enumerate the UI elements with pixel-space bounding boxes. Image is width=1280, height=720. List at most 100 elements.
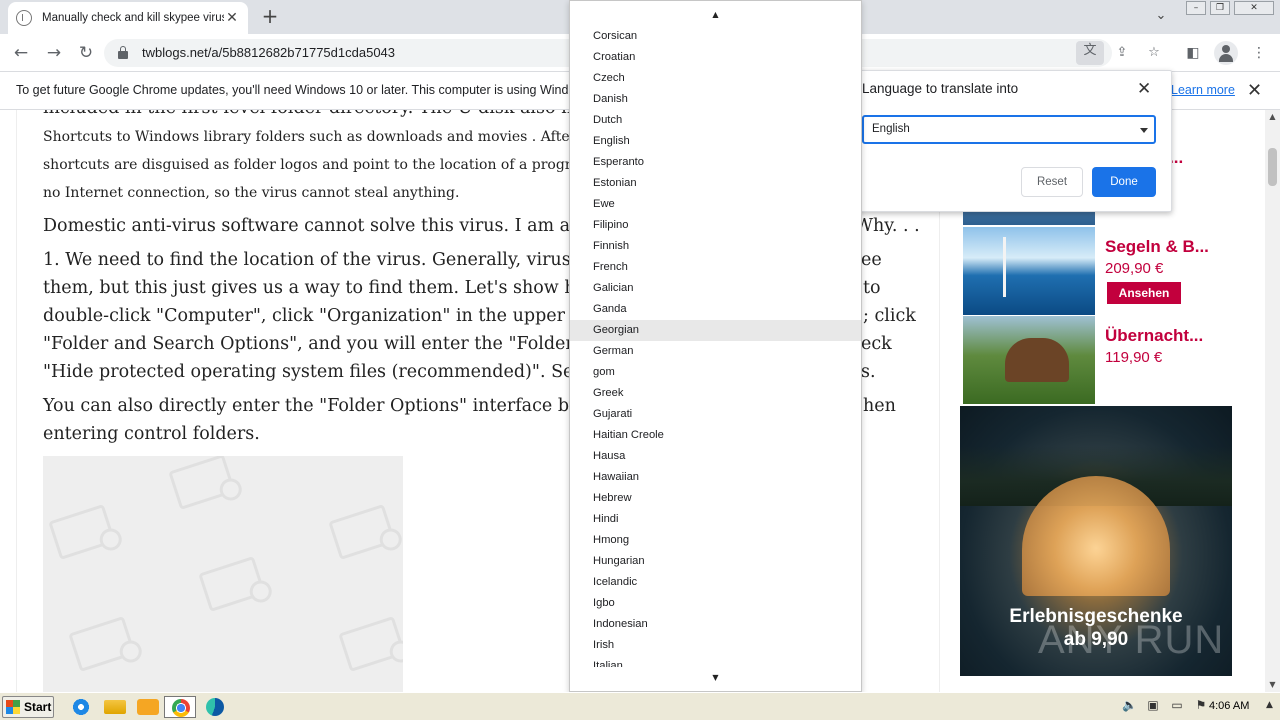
internet-explorer-icon[interactable] bbox=[70, 697, 92, 717]
article-line-fragment: to bbox=[863, 278, 881, 298]
scroll-thumb[interactable] bbox=[1268, 148, 1277, 186]
language-option[interactable]: Icelandic bbox=[570, 572, 861, 593]
language-option[interactable]: Ganda bbox=[570, 299, 861, 320]
language-option[interactable]: Hungarian bbox=[570, 551, 861, 572]
language-option[interactable]: Galician bbox=[570, 278, 861, 299]
language-option[interactable]: Indonesian bbox=[570, 614, 861, 635]
volume-icon[interactable]: 🔈 bbox=[1122, 697, 1137, 713]
lock-icon[interactable] bbox=[118, 46, 128, 59]
infobar-message: To get future Google Chrome updates, you… bbox=[16, 83, 569, 97]
language-option[interactable]: Danish bbox=[570, 89, 861, 110]
restore-button[interactable]: ❐ bbox=[1210, 1, 1230, 15]
ad-title[interactable]: Übernacht... bbox=[1105, 326, 1203, 346]
language-option[interactable]: Czech bbox=[570, 68, 861, 89]
article-line: "Folder and Search Options", and you wil… bbox=[43, 334, 628, 354]
language-option[interactable]: English bbox=[570, 131, 861, 152]
language-option[interactable]: Hebrew bbox=[570, 488, 861, 509]
language-option[interactable]: Irish bbox=[570, 635, 861, 656]
clock[interactable]: 4:06 AM bbox=[1209, 700, 1249, 712]
language-options: Corsican Croatian Czech Danish Dutch English E… bbox=[570, 26, 861, 667]
scroll-up-arrow-icon[interactable]: ▲ bbox=[1268, 112, 1277, 121]
article-line: You can also directly enter the "Folder … bbox=[43, 396, 624, 416]
language-option[interactable]: Finnish bbox=[570, 236, 861, 257]
back-arrow-icon[interactable]: ← bbox=[10, 42, 32, 64]
language-option[interactable]: Greek bbox=[570, 383, 861, 404]
popup-close-icon[interactable]: ✕ bbox=[1137, 79, 1151, 99]
dropdown-scroll-up-icon[interactable]: ▲ bbox=[570, 9, 861, 21]
language-option[interactable]: Hawaiian bbox=[570, 467, 861, 488]
page-scrollbar[interactable]: ▲ ▼ bbox=[1265, 110, 1280, 692]
language-option[interactable]: Estonian bbox=[570, 173, 861, 194]
edge-icon[interactable] bbox=[206, 698, 224, 716]
language-option[interactable]: Igbo bbox=[570, 593, 861, 614]
dropdown-scroll-down-icon[interactable]: ▼ bbox=[570, 672, 861, 684]
language-option[interactable]: Filipino bbox=[570, 215, 861, 236]
language-option[interactable]: Esperanto bbox=[570, 152, 861, 173]
forward-arrow-icon[interactable]: → bbox=[43, 42, 65, 64]
banner-headline: Erlebnisgeschenke bbox=[1009, 606, 1183, 627]
language-option[interactable]: Gujarati bbox=[570, 404, 861, 425]
language-dropdown-list[interactable]: ▲ Corsican Croatian Czech Danish Dutch Englis… bbox=[569, 0, 862, 692]
ad-view-button[interactable]: Ansehen bbox=[1107, 282, 1181, 304]
language-option[interactable]: Dutch bbox=[570, 110, 861, 131]
tab-close-icon[interactable]: ✕ bbox=[224, 10, 240, 26]
language-option[interactable]: Haitian Creole bbox=[570, 425, 861, 446]
language-option[interactable]: German bbox=[570, 341, 861, 362]
monitor-icon[interactable]: ▭ bbox=[1170, 697, 1184, 713]
target-language-select[interactable]: English bbox=[862, 115, 1156, 144]
file-explorer-icon[interactable] bbox=[104, 700, 126, 714]
window-close-button[interactable]: ✕ bbox=[1234, 1, 1274, 15]
article-line: no Internet connection, so the virus can… bbox=[43, 185, 460, 201]
language-option[interactable]: Italian bbox=[570, 656, 861, 667]
language-option[interactable]: gom bbox=[570, 362, 861, 383]
ad-title[interactable]: Segeln & B... bbox=[1105, 237, 1209, 257]
image-placeholder-icon bbox=[338, 616, 403, 672]
language-option[interactable]: Croatian bbox=[570, 47, 861, 68]
menu-kebab-icon[interactable]: ⋮ bbox=[1248, 42, 1270, 64]
ad-image[interactable] bbox=[963, 316, 1095, 404]
system-tray: 🔈 ▣ ▭ ⚑ bbox=[1122, 697, 1208, 713]
language-option[interactable]: Hausa bbox=[570, 446, 861, 467]
banner-ad[interactable]: ANY RUN Erlebnisgeschenke ab 9,90 bbox=[960, 406, 1232, 676]
new-tab-button[interactable]: + bbox=[260, 6, 280, 26]
language-option[interactable]: Ewe bbox=[570, 194, 861, 215]
image-placeholder-icon bbox=[168, 456, 236, 510]
share-icon[interactable]: ⇪ bbox=[1112, 43, 1132, 63]
media-player-icon[interactable] bbox=[137, 699, 159, 715]
chevron-down-icon bbox=[1140, 128, 1148, 133]
learn-more-link[interactable]: Learn more bbox=[1171, 83, 1235, 97]
article-line: included in the first-level folder direc… bbox=[43, 110, 628, 118]
ad-item[interactable]: Segeln & B... 209,90 € Ansehen bbox=[963, 227, 1233, 315]
url-text[interactable]: twblogs.net/a/5b8812682b71775d1cda5043 bbox=[142, 45, 395, 60]
language-option[interactable]: Corsican bbox=[570, 26, 861, 47]
infobar-close-icon[interactable]: ✕ bbox=[1247, 80, 1262, 101]
language-option[interactable]: Hmong bbox=[570, 530, 861, 551]
done-button[interactable]: Done bbox=[1092, 167, 1156, 197]
reload-icon[interactable]: ↻ bbox=[75, 42, 97, 64]
image-placeholder-icon bbox=[48, 504, 116, 560]
tab-search-chevron-icon[interactable]: ⌄ bbox=[1152, 8, 1170, 26]
minimize-button[interactable]: – bbox=[1186, 1, 1206, 15]
chrome-icon bbox=[172, 699, 190, 717]
start-button[interactable]: Start bbox=[2, 696, 54, 718]
profile-avatar-icon[interactable] bbox=[1214, 41, 1238, 65]
language-option[interactable]: Hindi bbox=[570, 509, 861, 530]
bookmark-star-icon[interactable]: ☆ bbox=[1144, 43, 1164, 63]
browser-tab[interactable]: Manually check and kill skypee virus ✕ bbox=[8, 2, 248, 34]
ad-item[interactable]: Übernacht... 119,90 € bbox=[963, 316, 1233, 404]
chrome-taskbar-button[interactable] bbox=[164, 696, 196, 718]
flag-icon[interactable]: ⚑ bbox=[1194, 697, 1208, 713]
windows-logo-icon bbox=[6, 700, 20, 714]
language-option[interactable]: French bbox=[570, 257, 861, 278]
article-line: "Hide protected operating system files (… bbox=[43, 362, 624, 382]
ad-image[interactable] bbox=[963, 227, 1095, 315]
tray-expand-icon[interactable]: ▲ bbox=[1266, 700, 1273, 710]
translate-icon[interactable]: 文 bbox=[1076, 41, 1104, 65]
language-option[interactable]: Georgian bbox=[570, 320, 861, 341]
side-panel-icon[interactable]: ◧ bbox=[1182, 42, 1204, 64]
network-icon[interactable]: ▣ bbox=[1146, 697, 1160, 713]
article-line-fragment: Why. . . bbox=[855, 216, 920, 236]
reset-button[interactable]: Reset bbox=[1021, 167, 1083, 197]
scroll-down-arrow-icon[interactable]: ▼ bbox=[1268, 680, 1277, 689]
article-line: Shortcuts to Windows library folders suc… bbox=[43, 129, 611, 145]
